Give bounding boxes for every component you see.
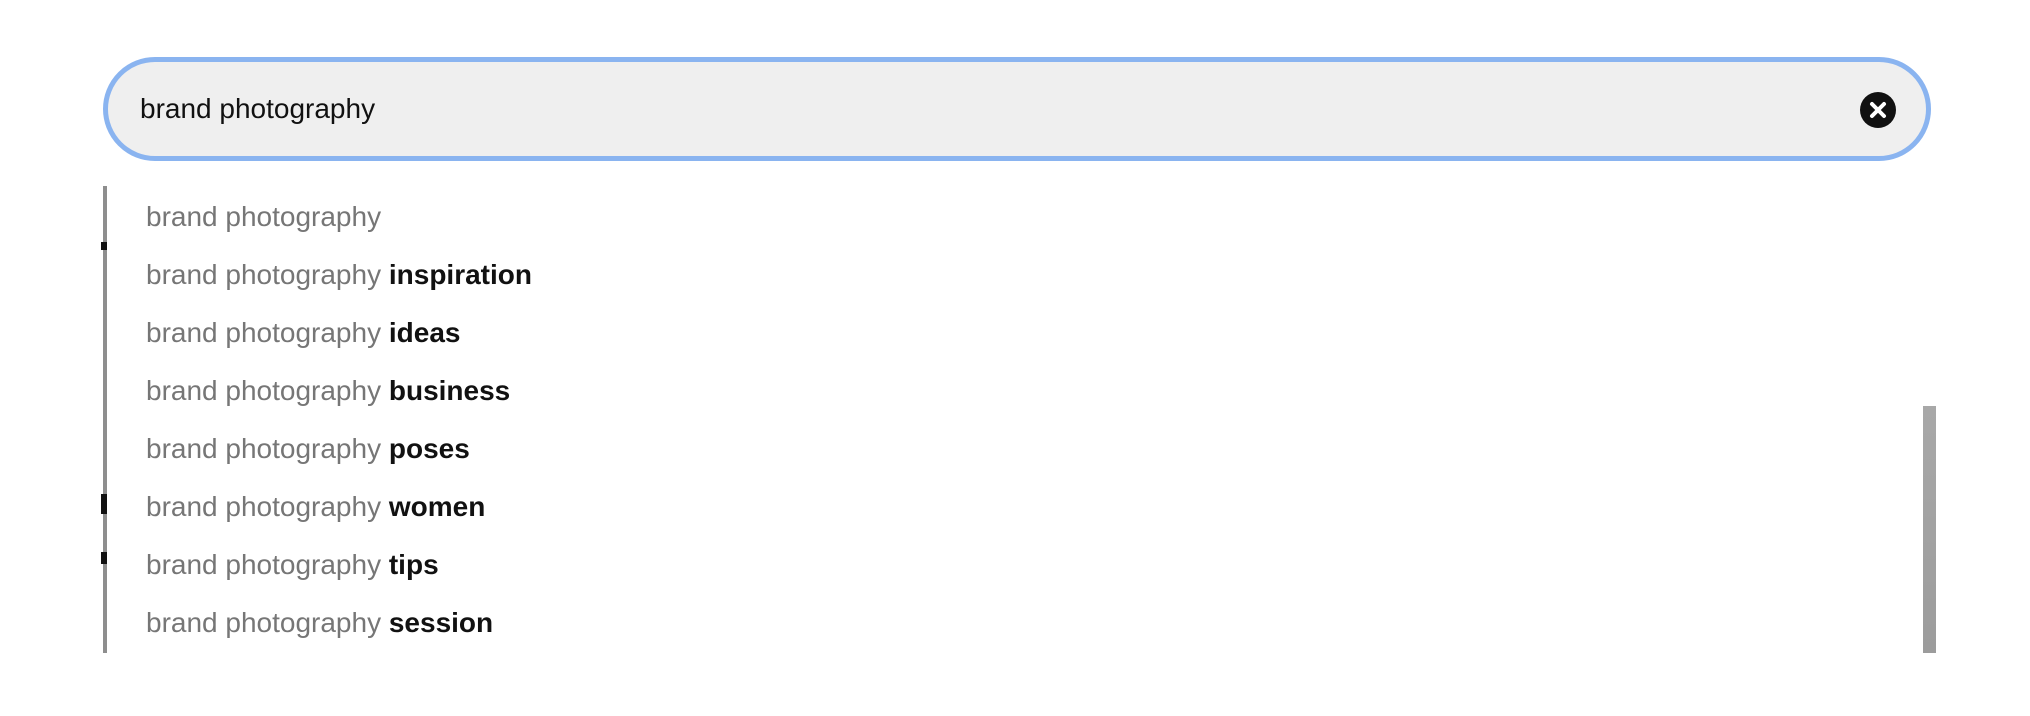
suggestion-query-text: brand photography bbox=[146, 375, 382, 406]
suggestion-item[interactable]: brand photography tips bbox=[146, 536, 439, 594]
suggestion-completion-text: business bbox=[388, 375, 511, 406]
suggestion-completion-text: session bbox=[388, 607, 494, 638]
suggestion-query-text: brand photography bbox=[146, 607, 382, 638]
search-input[interactable] bbox=[140, 62, 1840, 156]
background-page-right-edge: ​ ​ bbox=[1923, 186, 1936, 653]
suggestion-query-text: brand photography bbox=[146, 549, 382, 580]
suggestion-completion-text: ideas bbox=[388, 317, 461, 348]
suggestion-query-text: brand photography bbox=[146, 201, 382, 232]
suggestion-item[interactable]: brand photography business bbox=[146, 362, 510, 420]
suggestion-item[interactable]: brand photography bbox=[146, 188, 381, 246]
suggestion-query-text: brand photography bbox=[146, 491, 382, 522]
suggestion-item[interactable]: brand photography poses bbox=[146, 420, 470, 478]
suggestion-item[interactable]: brand photography ideas bbox=[146, 304, 460, 362]
suggestion-completion-text: inspiration bbox=[388, 259, 532, 290]
suggestion-item[interactable]: brand photography women bbox=[146, 478, 485, 536]
suggestion-completion-text: tips bbox=[388, 549, 439, 580]
suggestion-query-text: brand photography bbox=[146, 317, 382, 348]
suggestion-completion-text: poses bbox=[388, 433, 470, 464]
clear-search-button[interactable] bbox=[1860, 92, 1896, 128]
suggestion-query-text: brand photography bbox=[146, 259, 382, 290]
search-page: ​ ​ brand photography brand photography … bbox=[0, 0, 2030, 716]
close-icon bbox=[1870, 102, 1886, 118]
search-bar bbox=[103, 57, 1931, 161]
suggestion-item[interactable]: brand photography inspiration bbox=[146, 246, 532, 304]
suggestion-completion-text: women bbox=[388, 491, 486, 522]
suggestion-item[interactable]: brand photography session bbox=[146, 594, 493, 652]
suggestions-dropdown: brand photography brand photography insp… bbox=[107, 186, 1923, 653]
suggestion-query-text: brand photography bbox=[146, 433, 382, 464]
